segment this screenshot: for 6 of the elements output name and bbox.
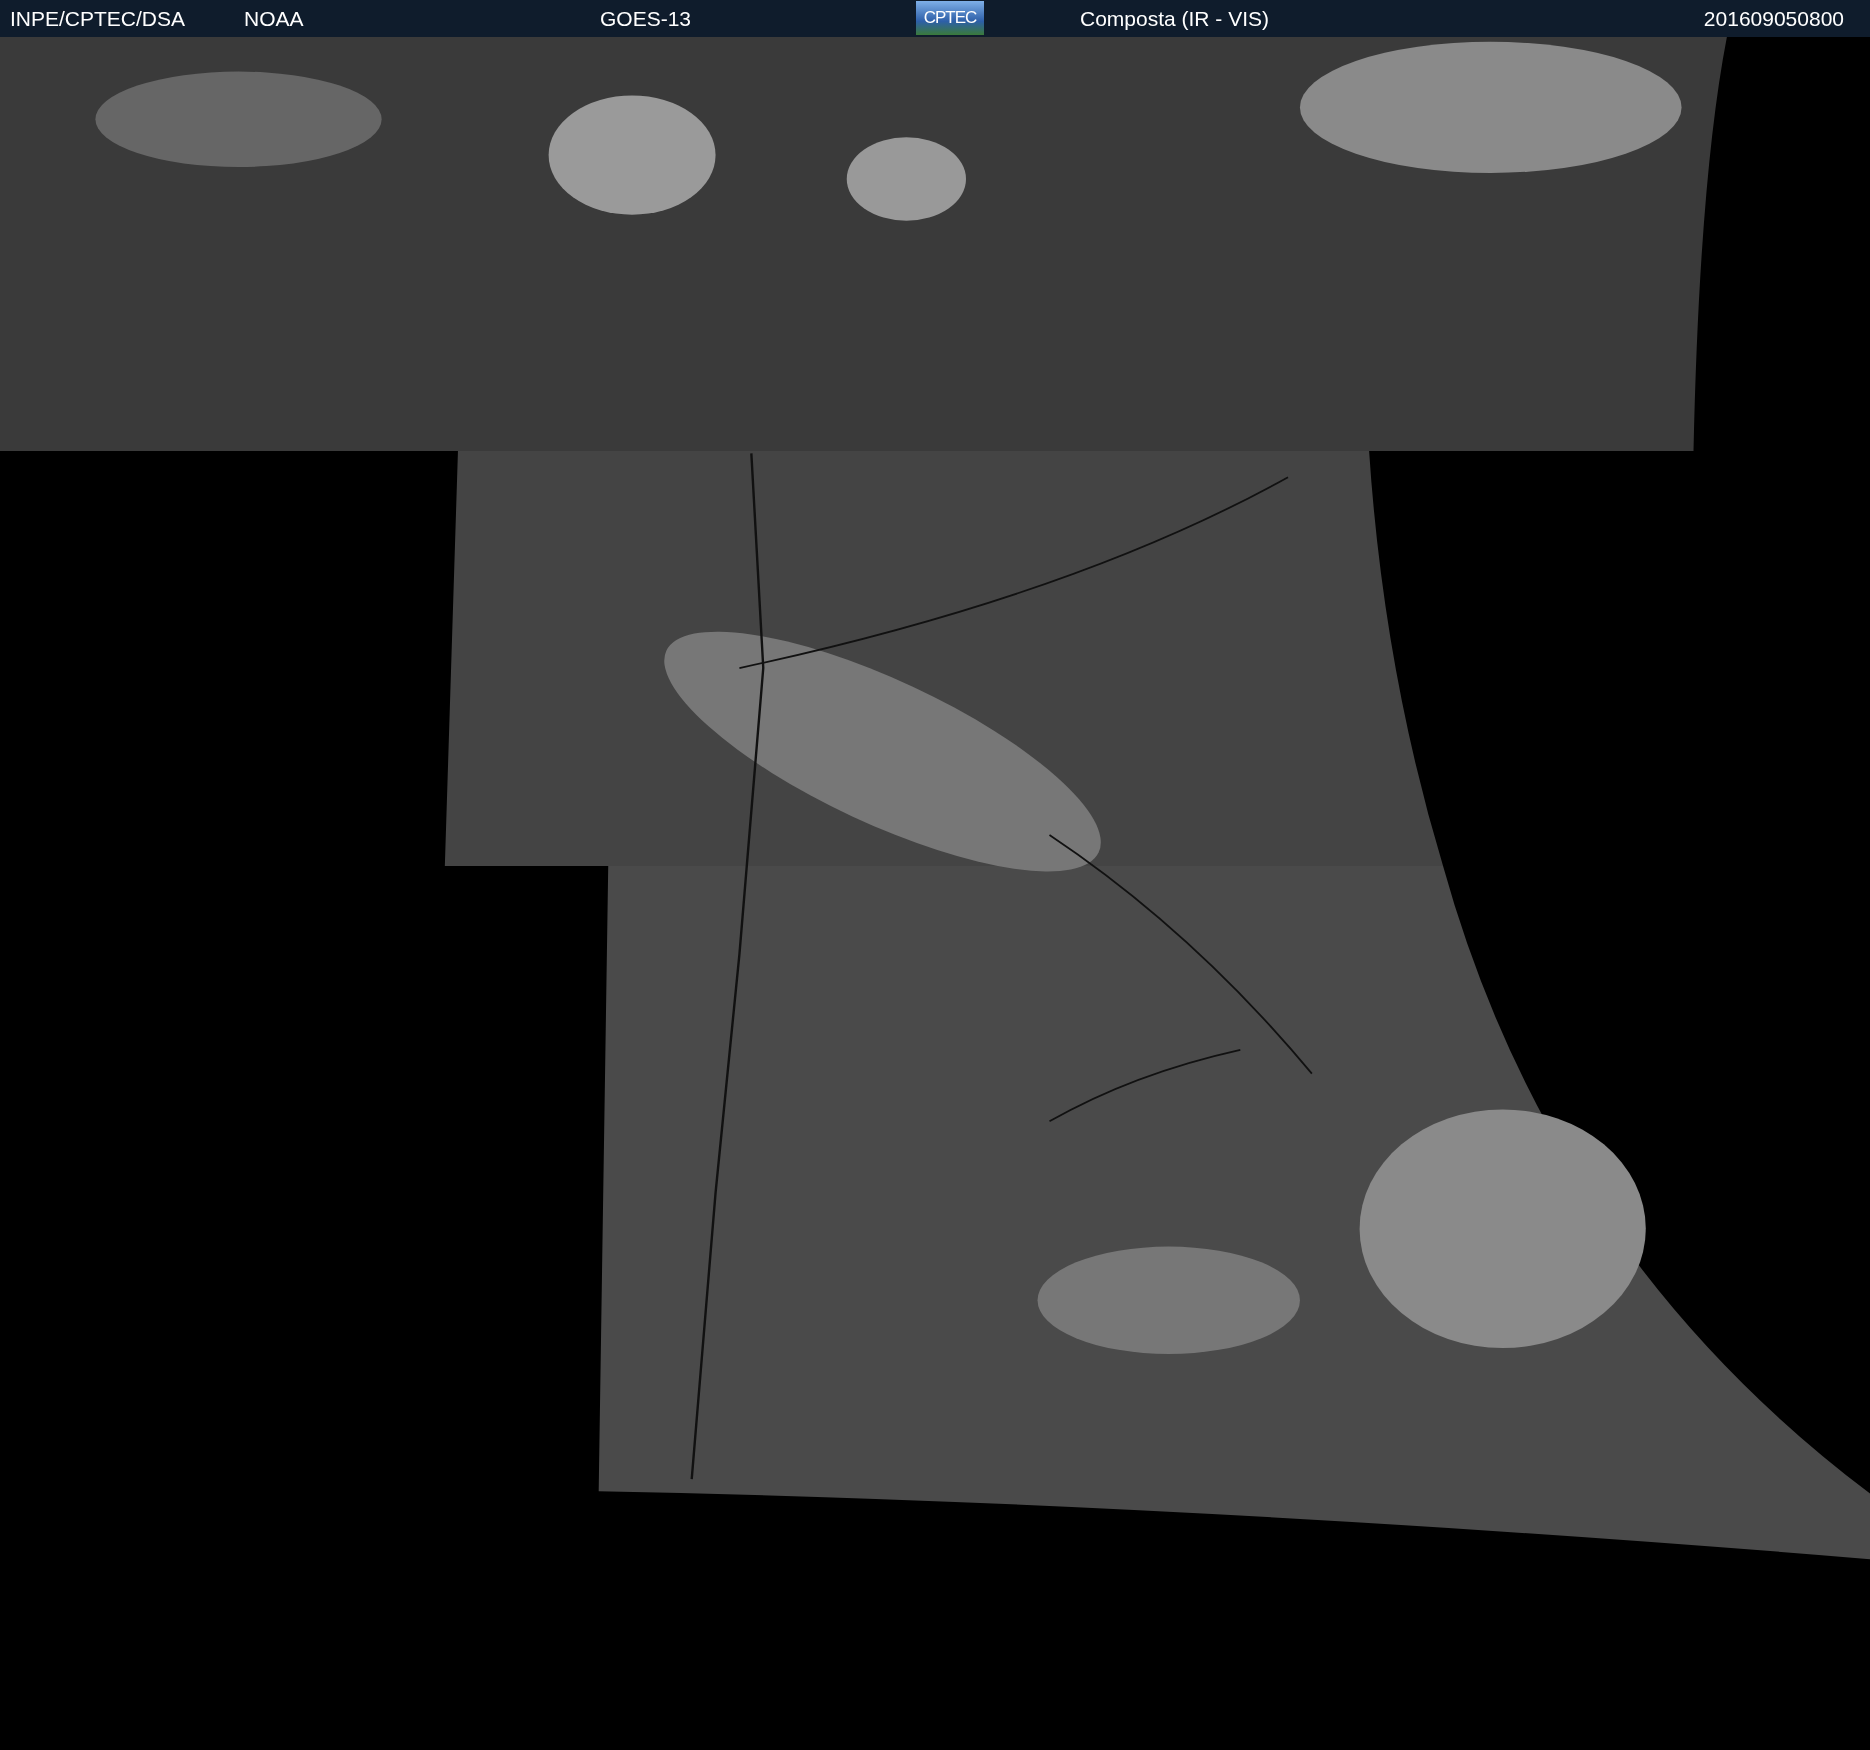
agency-label: NOAA (244, 6, 304, 32)
product-label: Composta (IR - VIS) (1080, 6, 1270, 32)
source-label: INPE/CPTEC/DSA (10, 6, 186, 32)
satellite-label: GOES-13 (600, 6, 692, 32)
logo: CPTEC (916, 1, 984, 35)
timestamp-label: 201609050800 (1703, 6, 1844, 32)
